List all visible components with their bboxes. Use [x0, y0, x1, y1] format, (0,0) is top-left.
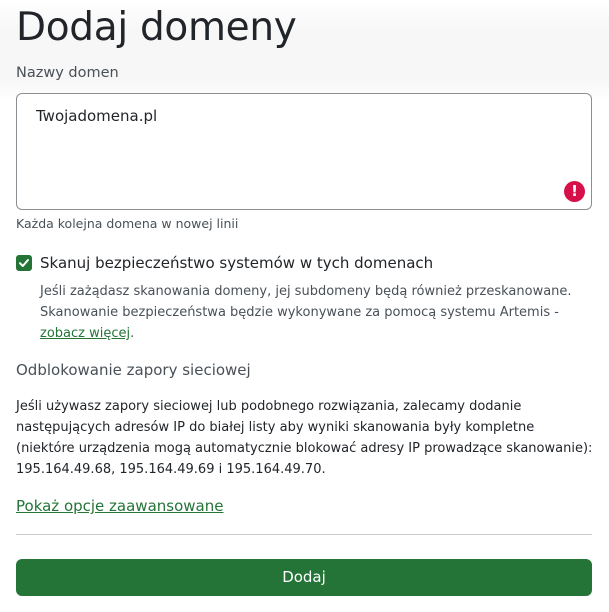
domains-textarea-value[interactable]: Twojadomena.pl [36, 106, 157, 126]
see-more-link[interactable]: zobacz więcej [40, 326, 130, 341]
scan-description-text: Jeśli zażądasz skanowania domeny, jej su… [40, 284, 572, 320]
checkmark-icon [19, 259, 29, 267]
scan-security-description: Jeśli zażądasz skanowania domeny, jej su… [40, 281, 595, 344]
exclamation-circle-icon: ! [564, 181, 585, 202]
scan-security-label[interactable]: Skanuj bezpieczeństwo systemów w tych do… [40, 253, 433, 273]
domains-help-text: Każda kolejna domena w nowej linii [16, 216, 239, 231]
domains-textarea[interactable]: Twojadomena.pl ! [16, 93, 592, 210]
domains-field-label: Nazwy domen [16, 65, 119, 81]
scan-description-end: . [130, 326, 135, 341]
scan-security-checkbox[interactable] [16, 255, 32, 271]
firewall-heading: Odblokowanie zapory sieciowej [16, 361, 251, 379]
page-title: Dodaj domeny [16, 5, 297, 50]
add-domains-button[interactable]: Dodaj [16, 559, 592, 596]
divider [16, 534, 592, 535]
firewall-description: Jeśli używasz zapory sieciowej lub podob… [16, 399, 593, 477]
add-domains-page: Dodaj domeny Nazwy domen Twojadomena.pl … [0, 0, 609, 612]
show-advanced-options-link[interactable]: Pokaż opcje zaawansowane [16, 496, 223, 516]
